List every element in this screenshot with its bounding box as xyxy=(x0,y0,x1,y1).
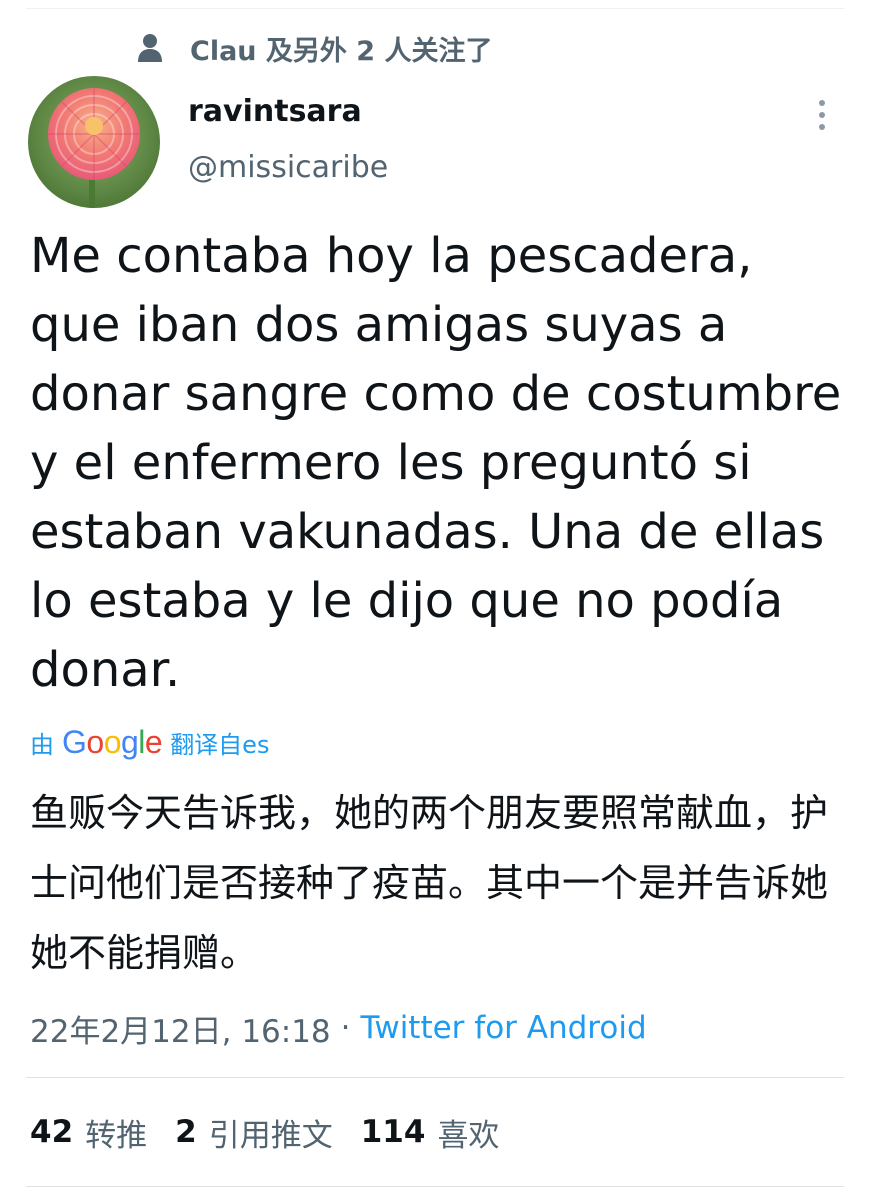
translated-text: 鱼贩今天告诉我，她的两个朋友要照常献血，护士问他们是否接种了疫苗。其中一个是并告… xyxy=(30,791,829,975)
timestamp-row: 22年2月12日, 16:18 · Twitter for Android xyxy=(30,1006,647,1050)
quotes-label: 引用推文 xyxy=(208,1117,333,1154)
avatar[interactable] xyxy=(28,76,160,208)
more-dots-icon xyxy=(819,100,825,106)
engagement-stats: 42 转推 2 引用推文 114 喜欢 xyxy=(30,1108,499,1156)
retweets-stat[interactable]: 42 转推 xyxy=(30,1110,147,1155)
author-display-name[interactable]: ravintsara xyxy=(188,94,362,129)
translation-prefix: 由 xyxy=(30,730,54,759)
stats-top-divider xyxy=(26,1077,844,1078)
tweet-text: Me contaba hoy la pescadera, que iban do… xyxy=(30,228,842,698)
quotes-count: 2 xyxy=(175,1114,197,1150)
google-logo: Google xyxy=(62,723,163,760)
person-icon xyxy=(138,34,162,62)
separator: · xyxy=(340,1010,351,1046)
more-options-button[interactable] xyxy=(808,96,836,134)
author-handle[interactable]: @missicaribe xyxy=(188,150,388,185)
top-divider xyxy=(26,8,844,9)
social-context[interactable]: Clau 及另外 2 人关注了 xyxy=(136,26,493,70)
dahlia-flower-avatar xyxy=(28,76,160,208)
retweets-count: 42 xyxy=(30,1114,74,1150)
timestamp[interactable]: 22年2月12日, 16:18 xyxy=(30,1006,331,1051)
source-link[interactable]: Twitter for Android xyxy=(361,1010,647,1046)
likes-count: 114 xyxy=(360,1114,426,1150)
translation-attribution[interactable]: 由 Google 翻译自es xyxy=(30,722,269,762)
translation-suffix: 翻译自es xyxy=(170,730,270,759)
likes-stat[interactable]: 114 喜欢 xyxy=(361,1110,500,1155)
quotes-stat[interactable]: 2 引用推文 xyxy=(175,1110,333,1155)
stats-bottom-divider xyxy=(26,1186,844,1187)
retweets-label: 转推 xyxy=(85,1117,148,1154)
likes-label: 喜欢 xyxy=(437,1117,500,1154)
social-context-text: Clau 及另外 2 人关注了 xyxy=(190,35,493,67)
